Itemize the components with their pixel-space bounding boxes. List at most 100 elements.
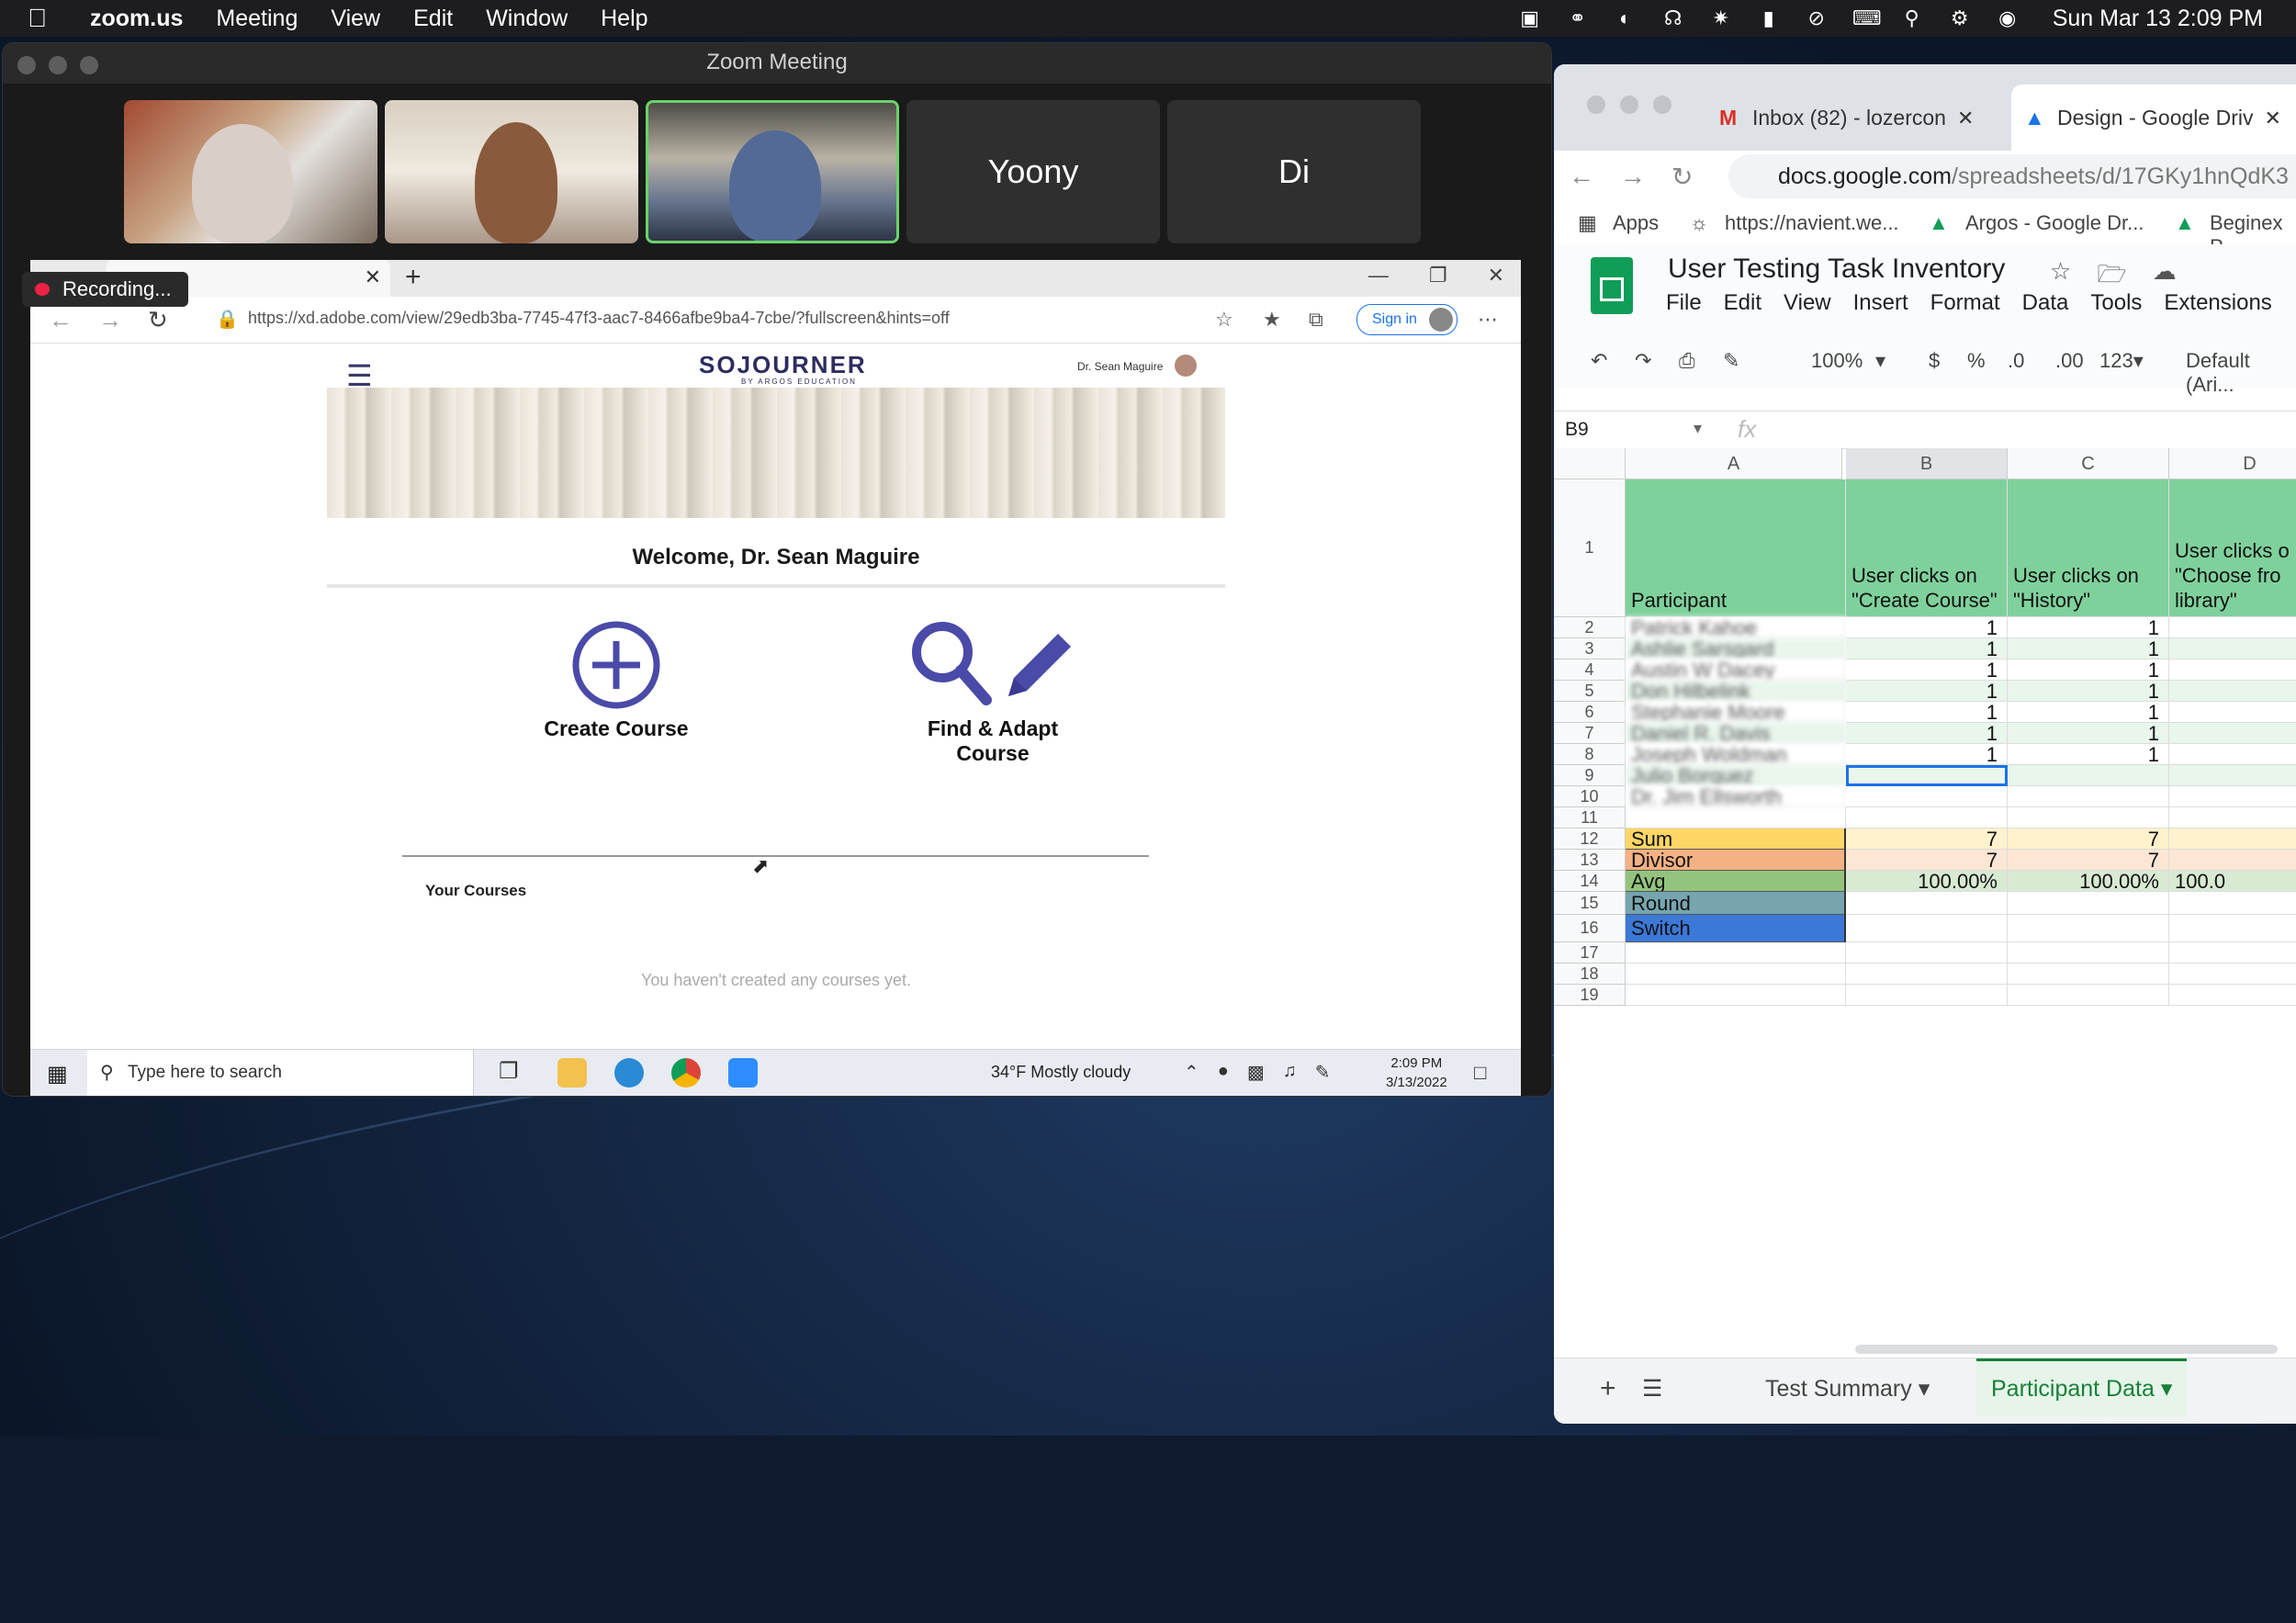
keyboard-icon[interactable]: ⌨: [1852, 8, 1882, 28]
row-header[interactable]: 15: [1554, 892, 1626, 915]
increase-decimal-button[interactable]: .00: [2055, 349, 2084, 373]
battery-icon[interactable]: ▮: [1757, 8, 1781, 28]
chrome-icon[interactable]: [671, 1058, 701, 1088]
cell-b8[interactable]: 1: [1846, 744, 2008, 765]
empty-cell[interactable]: [2008, 807, 2169, 828]
menu-help[interactable]: Help: [601, 6, 647, 32]
column-header-a[interactable]: A: [1626, 448, 1842, 479]
summary-d-switch[interactable]: [2169, 915, 2296, 942]
back-icon[interactable]: ←: [49, 306, 73, 334]
notification-icon[interactable]: □: [1474, 1061, 1486, 1085]
empty-cell[interactable]: [1846, 807, 2008, 828]
zoom-status-icon[interactable]: ▣: [1518, 8, 1542, 28]
header-cell-b[interactable]: User clicks on "Create Course": [1846, 479, 2008, 617]
cell-c2[interactable]: 1: [2008, 617, 2169, 638]
column-header-d[interactable]: D: [2169, 448, 2296, 479]
close-window-button[interactable]: [17, 56, 36, 74]
refresh-icon[interactable]: ↻: [148, 306, 168, 334]
row-header[interactable]: 3: [1554, 638, 1626, 659]
cell-d5[interactable]: [2169, 681, 2296, 702]
row-header[interactable]: 5: [1554, 681, 1626, 702]
summary-label-sum[interactable]: Sum: [1626, 828, 1846, 850]
tab-google-drive[interactable]: ▲ Design - Google Driv ✕: [2011, 85, 2296, 151]
empty-cell[interactable]: [1626, 985, 1846, 1006]
bluetooth-icon[interactable]: ✷: [1709, 8, 1733, 28]
forward-icon[interactable]: →: [98, 306, 122, 334]
header-cell-d[interactable]: User clicks o "Choose fro library": [2169, 479, 2296, 617]
row-header[interactable]: 10: [1554, 786, 1626, 807]
wifi-off-icon[interactable]: ⊘: [1805, 8, 1829, 28]
menu-data[interactable]: Data: [2022, 290, 2069, 316]
participant-video-2[interactable]: [385, 100, 638, 243]
bookmark-apps[interactable]: Apps: [1613, 211, 1659, 235]
menu-app-name[interactable]: zoom.us: [90, 6, 183, 32]
cell-b4[interactable]: 1: [1846, 659, 2008, 681]
currency-format-button[interactable]: $: [1929, 349, 1940, 373]
row-header[interactable]: 6: [1554, 702, 1626, 723]
summary-c-avg[interactable]: 100.00%: [2008, 871, 2169, 892]
empty-cell[interactable]: [2169, 942, 2296, 964]
tab-gmail-inbox[interactable]: M Inbox (82) - lozercon ✕: [1719, 85, 1995, 151]
participant-video-1[interactable]: [124, 100, 377, 243]
selected-cell-b9[interactable]: [1846, 765, 2008, 786]
cell-b2[interactable]: 1: [1846, 617, 2008, 638]
refresh-icon[interactable]: ↻: [1671, 162, 1693, 192]
row-header[interactable]: 13: [1554, 850, 1626, 871]
name-box[interactable]: B9: [1565, 419, 1589, 441]
cell-b3[interactable]: 1: [1846, 638, 2008, 659]
empty-cell[interactable]: [2169, 964, 2296, 985]
percent-format-button[interactable]: %: [1967, 349, 1986, 373]
cell-d3[interactable]: [2169, 638, 2296, 659]
decrease-decimal-button[interactable]: .0: [2008, 349, 2024, 373]
control-center-icon[interactable]: ⚙: [1948, 8, 1972, 28]
create-course-button[interactable]: Create Course: [506, 619, 726, 741]
close-tab-icon[interactable]: ✕: [2264, 107, 2280, 130]
menu-view[interactable]: View: [1784, 290, 1831, 316]
favorites-icon[interactable]: ★: [1263, 308, 1281, 332]
apple-icon[interactable]: : [28, 4, 59, 33]
participant-name-cell[interactable]: Patrick Kahoe: [1626, 617, 1846, 638]
headphones-icon[interactable]: ☊: [1661, 8, 1685, 28]
summary-d-round[interactable]: [2169, 892, 2296, 915]
empty-cell[interactable]: [1846, 985, 2008, 1006]
row-header[interactable]: 18: [1554, 964, 1626, 985]
cell-c6[interactable]: 1: [2008, 702, 2169, 723]
file-explorer-icon[interactable]: [557, 1058, 587, 1088]
edge-icon[interactable]: [614, 1058, 644, 1088]
row-header[interactable]: 9: [1554, 765, 1626, 786]
participant-video-3-speaking[interactable]: [646, 100, 899, 243]
focus-icon[interactable]: ◐: [1614, 8, 1638, 28]
menu-edit[interactable]: Edit: [413, 6, 453, 32]
chevron-up-icon[interactable]: ⌃: [1184, 1061, 1199, 1084]
cell-c4[interactable]: 1: [2008, 659, 2169, 681]
menu-meeting[interactable]: Meeting: [216, 6, 298, 32]
cell-b6[interactable]: 1: [1846, 702, 2008, 723]
empty-cell[interactable]: [2169, 807, 2296, 828]
cell-d6[interactable]: [2169, 702, 2296, 723]
row-header[interactable]: 16: [1554, 915, 1626, 942]
close-tab-icon[interactable]: ✕: [365, 265, 381, 289]
omnibox[interactable]: docs.google.com/spreadsheets/d/17GKy1hnQ…: [1728, 154, 2296, 198]
participant-tile-di[interactable]: Di: [1167, 100, 1421, 243]
sign-in-button[interactable]: Sign in: [1356, 304, 1458, 335]
collections-icon[interactable]: ⧉: [1309, 308, 1323, 332]
participant-name-cell[interactable]: Daniel R. Davis: [1626, 723, 1846, 744]
row-header[interactable]: 1: [1554, 479, 1626, 617]
participant-name-cell[interactable]: Dr. Jim Ellsworth: [1626, 786, 1846, 807]
recording-indicator[interactable]: Recording...: [22, 272, 188, 307]
more-formats-button[interactable]: 123▾: [2099, 349, 2144, 373]
horizontal-scrollbar[interactable]: [1855, 1345, 2278, 1354]
cell-d2[interactable]: [2169, 617, 2296, 638]
all-sheets-icon[interactable]: ☰: [1627, 1366, 1677, 1412]
windows-start-icon[interactable]: ▦: [47, 1061, 68, 1088]
summary-label-switch[interactable]: Switch: [1626, 915, 1846, 942]
menu-edit[interactable]: Edit: [1724, 290, 1761, 316]
close-window-button[interactable]: [1587, 96, 1605, 114]
empty-cell[interactable]: [2169, 985, 2296, 1006]
bookmark-navient[interactable]: https://navient.we...: [1725, 211, 1899, 235]
cell-c5[interactable]: 1: [2008, 681, 2169, 702]
summary-c-divisor[interactable]: 7: [2008, 850, 2169, 871]
menu-window[interactable]: Window: [486, 6, 568, 32]
menu-tools[interactable]: Tools: [2090, 290, 2142, 316]
cell-d4[interactable]: [2169, 659, 2296, 681]
